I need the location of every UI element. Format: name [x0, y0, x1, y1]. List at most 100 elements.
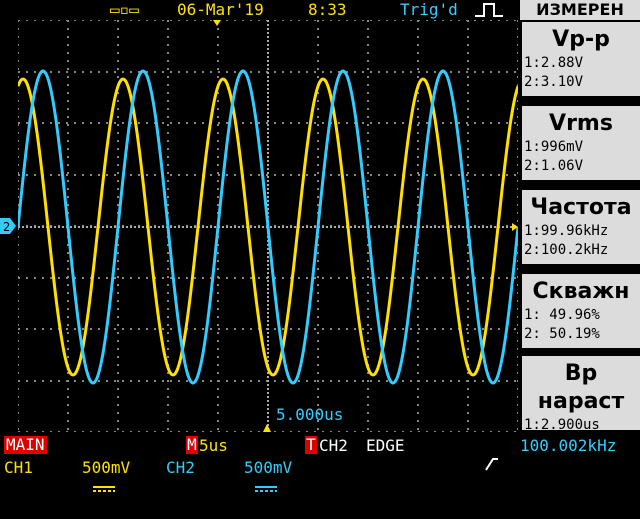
ch1-volts-div[interactable]: 500mV — [82, 458, 130, 478]
ch2-value: 2:100.2kHz — [524, 242, 609, 258]
menu-item-duty[interactable]: Скважн 1: 49.96% 2: 50.19% — [522, 274, 640, 348]
grid-dot — [417, 316, 419, 318]
grid-dot — [417, 396, 419, 398]
grid-dot — [138, 20, 140, 21]
grid-dot — [490, 122, 492, 124]
grid-dot — [410, 328, 412, 330]
grid-dot — [467, 76, 469, 78]
menu-item-vpp[interactable]: Vp-p 1:2.88V 2:3.10V — [522, 22, 640, 96]
timebase-value[interactable]: 5us — [199, 436, 228, 456]
grid-dot — [267, 156, 269, 158]
ch2-volts-div[interactable]: 500mV — [244, 458, 292, 478]
grid-dot — [102, 226, 104, 228]
menu-item-vrms[interactable]: Vrms 1:996mV 2:1.06V — [522, 106, 640, 180]
grid-dot — [117, 420, 119, 422]
grid-dot — [510, 226, 512, 228]
grid-dot — [267, 112, 269, 114]
grid-dot — [50, 277, 52, 279]
grid-dot — [282, 226, 284, 228]
grid-dot — [354, 380, 356, 382]
grid-dot — [117, 348, 119, 350]
grid-dot — [167, 164, 169, 166]
grid-dot — [117, 404, 119, 406]
grid-dot — [466, 20, 468, 21]
grid-dot — [162, 71, 164, 73]
grid-dot — [418, 71, 420, 73]
grid-dot — [267, 352, 269, 354]
grid-dot — [178, 380, 180, 382]
grid-dot — [330, 20, 332, 21]
grid-dot — [146, 122, 148, 124]
grid-dot — [117, 388, 119, 390]
grid-dot — [154, 380, 156, 382]
grid-dot — [417, 340, 419, 342]
grid-dot — [317, 300, 319, 302]
grid-dot — [234, 328, 236, 330]
grid-dot — [18, 28, 19, 30]
grid-dot — [217, 132, 219, 134]
menu-item-frequency[interactable]: Частота 1:99.96kHz 2:100.2kHz — [522, 190, 640, 264]
grid-dot — [210, 380, 212, 382]
grid-dot — [282, 71, 284, 73]
grid-dot — [458, 380, 460, 382]
grid-dot — [266, 174, 268, 176]
grid-dot — [242, 328, 244, 330]
grid-dot — [67, 148, 69, 150]
trigger-type[interactable]: EDGE — [366, 436, 405, 456]
grid-dot — [362, 226, 364, 228]
measure-menu: ИЗМЕРЕН Vp-p 1:2.88V 2:3.10V Vrms 1:996m… — [520, 0, 640, 452]
grid-dot — [18, 116, 19, 118]
grid-dot — [267, 308, 269, 310]
ground-level-marker[interactable]: 2 — [0, 218, 16, 234]
grid-dot — [267, 284, 269, 286]
trigger-source[interactable]: CH2 — [319, 436, 348, 456]
grid-dot — [42, 20, 44, 21]
waveform-display[interactable] — [18, 20, 518, 432]
menu-item-rise-time[interactable]: Вр нараст 1:2.900us 2:2.920us — [522, 356, 640, 452]
grid-dot — [417, 268, 419, 270]
grid-dot — [67, 196, 69, 198]
grid-dot — [286, 226, 288, 228]
grid-dot — [217, 388, 219, 390]
grid-dot — [417, 52, 419, 54]
grid-dot — [386, 71, 388, 73]
grid-dot — [267, 288, 269, 290]
grid-dot — [162, 328, 164, 330]
grid-dot — [442, 226, 444, 228]
grid-dot — [310, 226, 312, 228]
grid-dot — [267, 140, 269, 142]
grid-dot — [267, 168, 269, 170]
grid-dot — [258, 277, 260, 279]
grid-dot — [314, 20, 316, 21]
grid-dot — [362, 277, 364, 279]
grid-dot — [358, 226, 360, 228]
grid-dot — [254, 226, 256, 228]
grid-dot — [267, 196, 269, 198]
grid-dot — [410, 20, 412, 21]
grid-dot — [346, 277, 348, 279]
grid-dot — [467, 68, 469, 70]
grid-dot — [67, 388, 69, 390]
grid-dot — [267, 256, 269, 258]
grid-dot — [226, 328, 228, 330]
grid-dot — [18, 156, 19, 158]
grid-dot — [117, 132, 119, 134]
grid-dot — [267, 332, 269, 334]
grid-dot — [194, 122, 196, 124]
ch1-label[interactable]: CH1 — [4, 458, 33, 478]
grid-dot — [506, 174, 508, 176]
ch2-label[interactable]: CH2 — [166, 458, 195, 478]
grid-dot — [18, 324, 19, 326]
grid-dot — [267, 320, 269, 322]
grid-dot — [18, 300, 19, 302]
grid-dot — [67, 60, 69, 62]
grid-dot — [517, 172, 518, 174]
mode-badge[interactable]: MAIN — [4, 436, 47, 454]
grid-dot — [517, 276, 518, 278]
grid-dot — [517, 388, 518, 390]
grid-dot — [517, 348, 518, 350]
grid-dot — [517, 372, 518, 374]
grid-dot — [338, 226, 340, 228]
grid-dot — [167, 84, 169, 86]
grid-dot — [117, 148, 119, 150]
